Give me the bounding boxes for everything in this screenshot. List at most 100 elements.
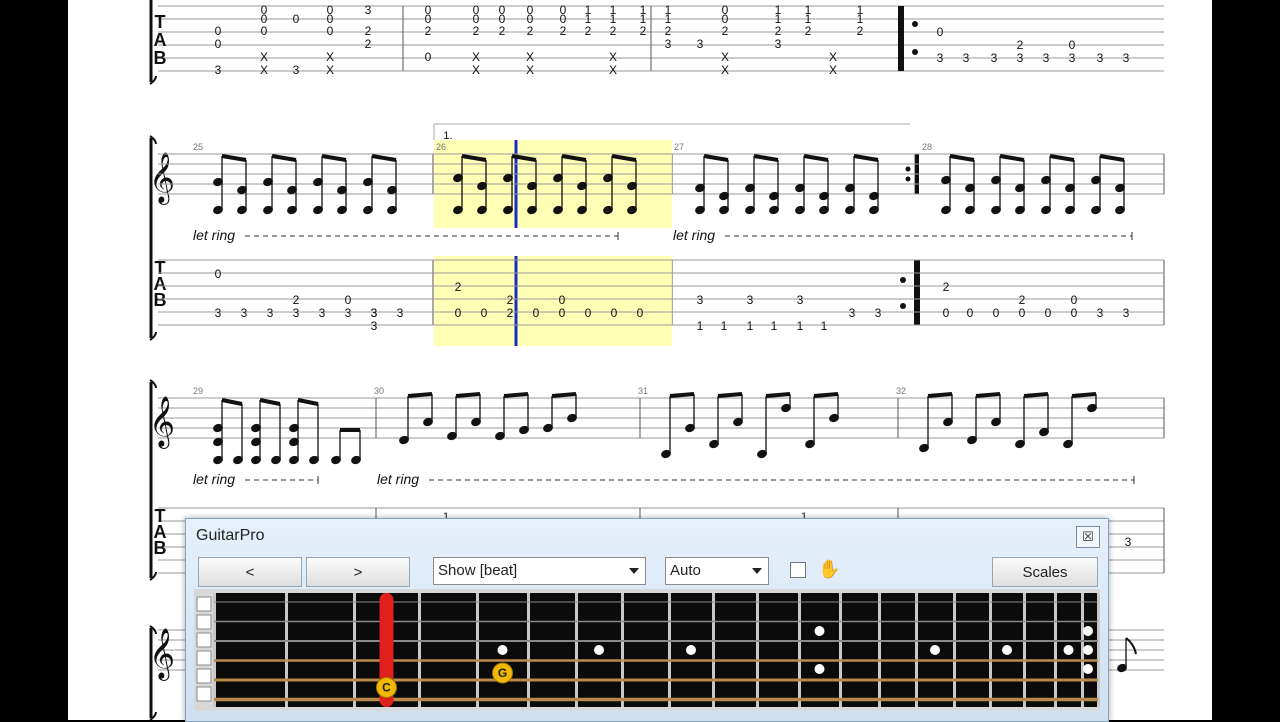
tab-clef-letter: T <box>155 12 166 32</box>
tab-fret-number: 3 <box>875 306 882 320</box>
measure-number: 30 <box>374 386 384 396</box>
tab-fret-number: 2 <box>560 24 567 38</box>
tab-fret-number: 1 <box>721 319 728 333</box>
tab-fret-number: 3 <box>293 306 300 320</box>
tab-fret-number: 3 <box>1017 51 1024 65</box>
tab-clef-letter: B <box>154 48 167 68</box>
tab-fret-number: 0 <box>937 25 944 39</box>
measure-number: 26 <box>436 142 446 152</box>
tab-fret-number: 3 <box>365 3 372 17</box>
previous-beat-button[interactable]: < <box>198 557 302 587</box>
window-title: GuitarPro <box>196 527 265 544</box>
tab-fret-number: 3 <box>937 51 944 65</box>
fret-inlay-dot <box>1083 645 1093 655</box>
close-icon[interactable]: ☒ <box>1076 526 1100 548</box>
note-beam <box>259 398 281 406</box>
tab-fret-number: 2 <box>293 293 300 307</box>
fret-inlay-dot <box>686 645 696 655</box>
note-beam <box>813 392 839 398</box>
tab-fret-number: 0 <box>345 293 352 307</box>
fret-inlay-dot <box>930 645 940 655</box>
fret-wire <box>953 593 956 707</box>
note-beam <box>975 392 1001 398</box>
tab-fret-number: 2 <box>585 24 592 38</box>
note-beam <box>999 154 1025 162</box>
tab-fret-number: X <box>472 63 480 77</box>
note-beam <box>321 154 347 162</box>
auto-select[interactable]: Auto <box>665 557 769 585</box>
tab-fret-number: 0 <box>327 24 334 38</box>
tab-fret-number: 3 <box>1125 535 1132 549</box>
option-checkbox[interactable] <box>790 562 806 578</box>
tab-fret-number: 3 <box>1097 51 1104 65</box>
fret-inlay-dot <box>594 645 604 655</box>
show-mode-select[interactable]: Show [beat] <box>433 557 646 585</box>
note-beam <box>271 154 297 162</box>
note-beam <box>551 392 577 398</box>
tab-fret-number: 3 <box>345 306 352 320</box>
tab-clef-letter: A <box>154 30 167 50</box>
guitarpro-window[interactable]: GuitarPro ☒ < > Show [beat] Auto ✋ Scale… <box>185 518 1109 722</box>
tab-fret-number: 1 <box>797 319 804 333</box>
measure-number: 32 <box>896 386 906 396</box>
open-string-box <box>196 686 212 702</box>
beat-highlight <box>434 256 672 346</box>
treble-clef-icon: 𝄞 <box>149 629 175 681</box>
tab-fret-number: 2 <box>1019 293 1026 307</box>
chevron-down-icon <box>752 568 762 574</box>
tab-fret-number: 0 <box>293 12 300 26</box>
measure-number: 25 <box>193 142 203 152</box>
tab-fret-number: 1 <box>771 319 778 333</box>
tab-fret-number: 3 <box>371 306 378 320</box>
hand-icon[interactable]: ✋ <box>818 559 840 580</box>
repeat-dot <box>905 166 911 172</box>
fret-wire <box>798 593 801 707</box>
note-beam <box>1071 392 1097 398</box>
tab-fret-number: X <box>326 50 334 64</box>
tab-fret-number: 2 <box>507 293 514 307</box>
fret-wire <box>878 593 881 707</box>
tab-fret-number: 0 <box>1071 306 1078 320</box>
tab-fret-number: 2 <box>775 24 782 38</box>
tab-fret-number: 3 <box>293 63 300 77</box>
treble-clef-icon: 𝄞 <box>149 397 175 449</box>
fretboard-wood <box>214 593 1098 707</box>
tab-fret-number: 2 <box>665 24 672 38</box>
fret-inlay-dot <box>1083 626 1093 636</box>
scales-button[interactable]: Scales <box>992 557 1098 587</box>
next-beat-button[interactable]: > <box>306 557 410 587</box>
tab-fret-number: 3 <box>1097 306 1104 320</box>
tab-fret-number: 3 <box>1069 51 1076 65</box>
tab-fret-number: X <box>472 50 480 64</box>
fret-wire <box>756 593 759 707</box>
tab-fret-number: 2 <box>425 24 432 38</box>
tab-fret-number: 0 <box>559 306 566 320</box>
tab-fret-number: 2 <box>365 37 372 51</box>
tab-fret-number: 2 <box>365 24 372 38</box>
tab-fret-number: 0 <box>1019 306 1026 320</box>
fret-wire <box>418 593 421 707</box>
tab-fret-number: 0 <box>425 50 432 64</box>
repeat-dot <box>905 176 911 182</box>
note-beam <box>1049 154 1075 162</box>
tab-fret-number: 2 <box>610 24 617 38</box>
fret-wire <box>1097 593 1100 707</box>
note-beam <box>371 154 397 162</box>
note-beam <box>297 398 319 406</box>
repeat-dot <box>900 303 906 309</box>
note-beam <box>803 154 829 162</box>
tab-fret-number: 2 <box>473 24 480 38</box>
tab-fret-number: 0 <box>993 306 1000 320</box>
tab-fret-number: 2 <box>805 24 812 38</box>
open-string-box <box>196 614 212 630</box>
tab-fret-number: 2 <box>527 24 534 38</box>
fret-marker-label: G <box>498 666 507 680</box>
tab-fret-number: 0 <box>559 293 566 307</box>
tab-fret-number: X <box>326 63 334 77</box>
fretboard[interactable]: CG <box>194 589 1100 711</box>
note-beam <box>669 392 695 398</box>
fret-wire <box>839 593 842 707</box>
tab-fret-number: 3 <box>1123 306 1130 320</box>
show-mode-value: Show [beat] <box>438 562 518 579</box>
tab-fret-number: 3 <box>991 51 998 65</box>
